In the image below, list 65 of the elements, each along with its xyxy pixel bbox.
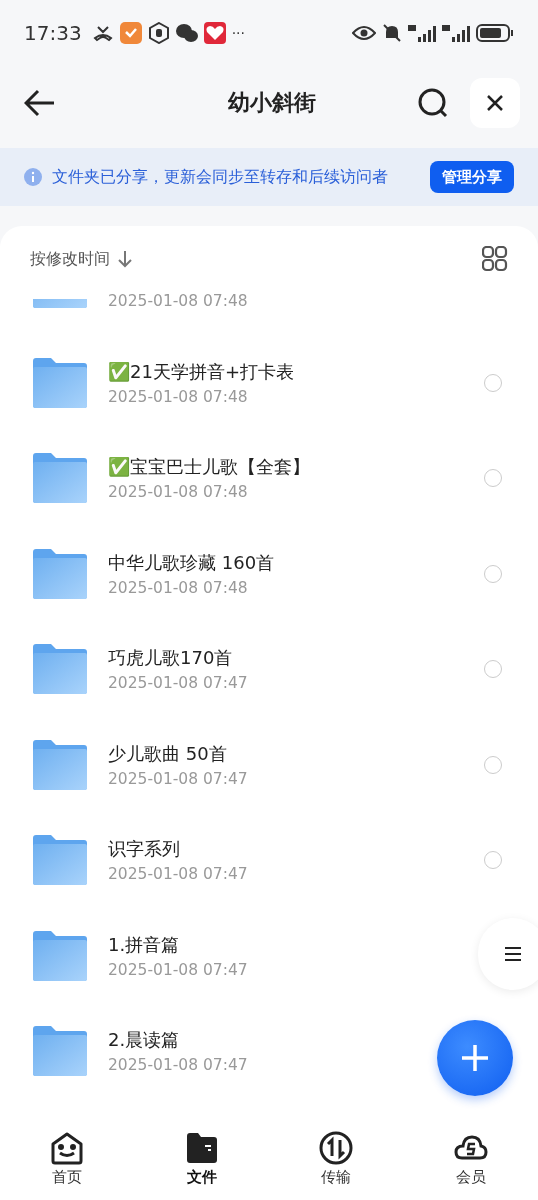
file-date: 2025-01-08 07:48: [108, 578, 248, 597]
folder-name: 2.晨读篇: [108, 1028, 180, 1053]
folder-row[interactable]: ✅宝宝巴士儿歌【全套】 2025-01-08 07:48: [0, 430, 538, 526]
folder-icon: [33, 299, 87, 308]
folder-row[interactable]: 中华儿歌珍藏 160首 2025-01-08 07:48: [0, 526, 538, 622]
folder-row[interactable]: 1.拼音篇 2025-01-08 07:47: [0, 908, 538, 1004]
eye-icon: [352, 25, 376, 41]
menu-icon: [504, 946, 522, 962]
folder-row[interactable]: 少儿歌曲 50首 2025-01-08 07:47: [0, 717, 538, 813]
file-date: 2025-01-08 07:48: [108, 292, 248, 310]
grid-view-icon[interactable]: [482, 246, 508, 272]
missed-call-icon: [91, 24, 114, 42]
plus-icon: [460, 1043, 490, 1073]
chat-icon: [175, 23, 198, 43]
folder-row[interactable]: 巧虎儿歌170首 2025-01-08 07:47: [0, 621, 538, 717]
file-date: 2025-01-08 07:48: [108, 483, 248, 502]
nav-tab[interactable]: 文件: [134, 1130, 269, 1187]
close-button[interactable]: [470, 78, 520, 128]
folder-icon: [33, 835, 87, 886]
folder-name: ✅宝宝巴士儿歌【全套】: [108, 455, 310, 480]
file-date: 2025-01-08 07:47: [108, 1056, 248, 1075]
folder-name: 中华儿歌珍藏 160首: [108, 550, 275, 575]
nav-tab[interactable]: 会员: [403, 1130, 538, 1187]
back-arrow-icon[interactable]: [24, 89, 56, 117]
info-icon: [24, 168, 42, 186]
folder-name: 少儿歌曲 50首: [108, 741, 227, 766]
file-date: 2025-01-08 07:47: [108, 960, 248, 979]
folder-row[interactable]: ✅21天学拼音+打卡表 2025-01-08 07:48: [0, 335, 538, 431]
folder-icon: [33, 1026, 87, 1077]
search-icon[interactable]: [418, 88, 448, 118]
muted-bell-icon: [382, 23, 402, 43]
folder-row[interactable]: 识字系列 2025-01-08 07:47: [0, 812, 538, 908]
folder-name: 识字系列: [108, 837, 180, 862]
folder-icon: [33, 739, 87, 790]
folder-name: 巧虎儿歌170首: [108, 646, 233, 671]
hexagon-hand-icon: [147, 22, 170, 44]
heart-app-icon: [203, 22, 226, 44]
status-time: 17:33: [24, 21, 82, 45]
folder-icon: [33, 644, 87, 695]
file-date: 2025-01-08 07:48: [108, 387, 248, 406]
manage-share-button[interactable]: 管理分享: [430, 161, 514, 193]
folder-name: 1.拼音篇: [108, 932, 180, 957]
nav-tab[interactable]: 首页: [0, 1130, 135, 1187]
file-date: 2025-01-08 07:47: [108, 769, 248, 788]
smiley-house-icon: [49, 1130, 86, 1166]
folder-icon: [33, 357, 87, 408]
signal-icon: [442, 23, 470, 43]
sort-label[interactable]: 按修改时间: [30, 248, 110, 270]
file-date: 2025-01-08 07:47: [108, 674, 248, 693]
transfer-icon: [318, 1130, 355, 1166]
share-notice: 文件夹已分享，更新会同步至转存和后续访问者: [52, 166, 389, 188]
more-notifications: ···: [231, 25, 245, 41]
nav-tab[interactable]: 传输: [269, 1130, 404, 1187]
battery-icon: [476, 24, 514, 42]
folder-name: ✅21天学拼音+打卡表: [108, 359, 294, 384]
folder-icon: [33, 453, 87, 504]
file-date: 2025-01-08 07:47: [108, 865, 248, 884]
folder-row[interactable]: 2.晨读篇 2025-01-08 07:47: [0, 1003, 538, 1099]
close-icon: [486, 94, 504, 112]
folder-icon: [33, 548, 87, 599]
signal-icon: [408, 23, 436, 43]
app-icon: [119, 22, 142, 44]
down-arrow-icon[interactable]: [118, 250, 132, 268]
page-title: 幼小斜街: [227, 89, 317, 117]
folder-icon: [33, 930, 87, 981]
